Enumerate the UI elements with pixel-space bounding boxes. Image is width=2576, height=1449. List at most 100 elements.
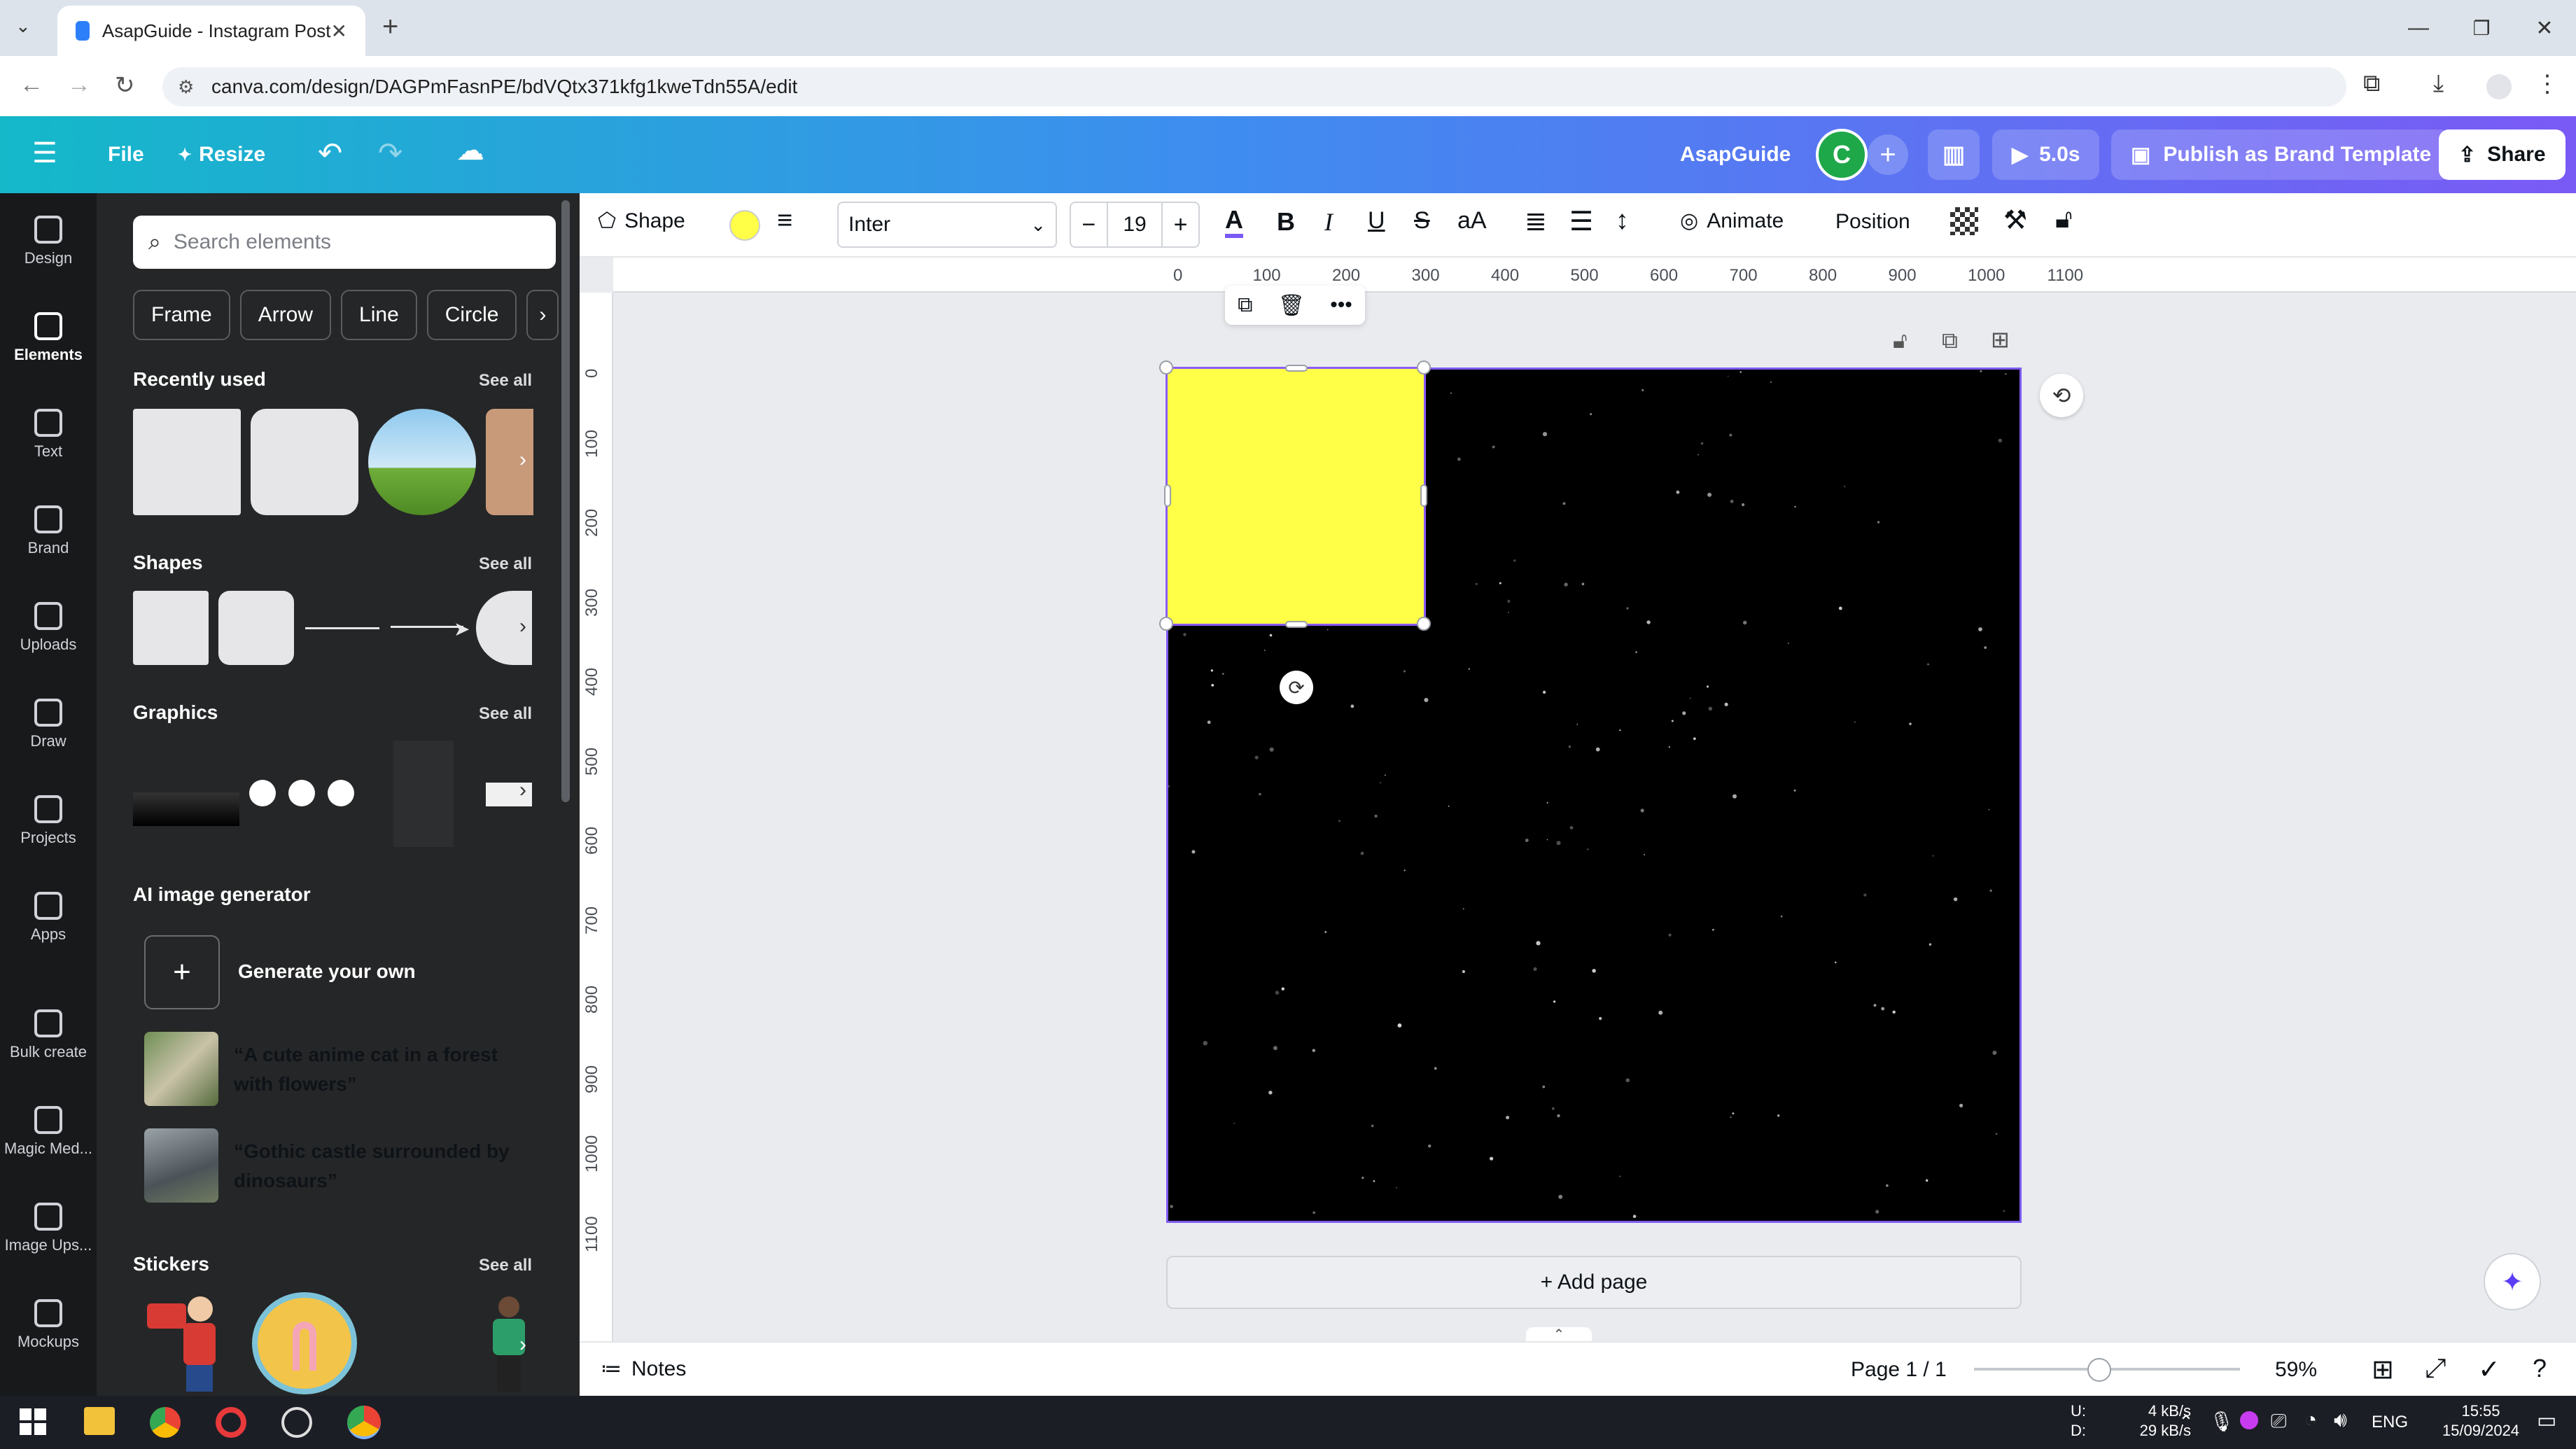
resize-handle-br[interactable] bbox=[1417, 617, 1431, 631]
tray-monitor-icon[interactable]: ⎚ bbox=[2271, 1410, 2286, 1433]
insights-button[interactable]: ▥ bbox=[1928, 130, 1980, 180]
text-color-icon[interactable]: A bbox=[1225, 206, 1243, 238]
shape-square[interactable] bbox=[133, 591, 209, 665]
volume-icon[interactable]: 🔊︎ bbox=[2334, 1408, 2347, 1432]
italic-icon[interactable]: I bbox=[1324, 207, 1333, 237]
file-explorer-icon[interactable] bbox=[84, 1407, 115, 1435]
restore-icon[interactable]: ❐ bbox=[2450, 17, 2513, 40]
menu-hamburger-icon[interactable]: ☰ bbox=[32, 137, 57, 169]
font-family-select[interactable]: Inter ⌄ bbox=[837, 202, 1057, 248]
shape-line[interactable] bbox=[305, 627, 379, 629]
font-size-value[interactable]: 19 bbox=[1106, 202, 1163, 248]
rail-item-draw[interactable]: Draw bbox=[0, 676, 97, 773]
recent-square-shape[interactable] bbox=[133, 409, 241, 515]
yellow-square-shape[interactable] bbox=[1166, 367, 1426, 626]
border-style-icon[interactable]: ≡ bbox=[777, 206, 792, 236]
team-name[interactable]: AsapGuide bbox=[1680, 143, 1791, 167]
delete-icon[interactable]: 🗑︎ bbox=[1278, 293, 1305, 318]
page-indicator[interactable]: Page 1 / 1 bbox=[1851, 1358, 1947, 1382]
recorder-icon[interactable] bbox=[216, 1407, 246, 1438]
shape-menu-button[interactable]: ⬠ Shape bbox=[598, 209, 685, 233]
notes-button[interactable]: ≔ Notes bbox=[601, 1357, 686, 1381]
browser-tab[interactable]: AsapGuide - Instagram Post ✕ bbox=[57, 6, 365, 56]
tray-app-icon[interactable] bbox=[2240, 1411, 2258, 1429]
recent-landscape-circle[interactable] bbox=[368, 409, 476, 515]
resize-handle-top[interactable] bbox=[1285, 365, 1308, 372]
zoom-level[interactable]: 59% bbox=[2275, 1358, 2317, 1382]
tab-list-chevron-icon[interactable]: ⌄ bbox=[15, 15, 31, 37]
close-tab-icon[interactable]: ✕ bbox=[331, 20, 347, 43]
undo-icon[interactable]: ↶ bbox=[318, 136, 342, 170]
add-collaborator-button[interactable]: + bbox=[1868, 134, 1908, 175]
help-icon[interactable]: ? bbox=[2533, 1354, 2547, 1383]
site-info-icon[interactable]: ⚙ bbox=[178, 76, 194, 98]
rail-item-uploads[interactable]: Uploads bbox=[0, 580, 97, 676]
sticker-prevention-badge[interactable] bbox=[252, 1292, 357, 1394]
clock[interactable]: 15:55 15/09/2024 bbox=[2440, 1401, 2521, 1441]
chip-line[interactable]: Line bbox=[341, 290, 417, 340]
clock-app-icon[interactable] bbox=[281, 1407, 312, 1438]
resize-handle-tr[interactable] bbox=[1417, 360, 1431, 374]
page-lock-icon[interactable]: 🔓︎ bbox=[1893, 328, 1907, 354]
rail-item-design[interactable]: Design bbox=[0, 193, 97, 290]
rail-item-magic-med[interactable]: Magic Med... bbox=[0, 1084, 97, 1180]
increase-font-size-button[interactable]: + bbox=[1163, 211, 1198, 239]
magic-assistant-icon[interactable]: ✦ bbox=[2484, 1253, 2541, 1310]
graphic-dark-texture[interactable] bbox=[393, 741, 454, 847]
ai-prompt-cat[interactable]: “A cute anime cat in a forest with flowe… bbox=[234, 1040, 514, 1099]
ai-castle-thumbnail[interactable] bbox=[144, 1128, 218, 1203]
resize-handle-bottom[interactable] bbox=[1285, 621, 1308, 628]
chip-frame[interactable]: Frame bbox=[133, 290, 230, 340]
rail-item-brand[interactable]: Brand bbox=[0, 483, 97, 580]
underline-icon[interactable]: U bbox=[1368, 207, 1385, 234]
more-options-icon[interactable]: ••• bbox=[1330, 293, 1352, 317]
add-page-top-icon[interactable]: ⊞ bbox=[1991, 326, 2010, 353]
graphics-next-icon[interactable]: › bbox=[519, 778, 526, 802]
duplicate-page-icon[interactable]: ⧉ bbox=[1942, 328, 1958, 354]
search-elements-input[interactable]: ⌕ Search elements bbox=[133, 216, 556, 269]
resize-handle-tl[interactable] bbox=[1159, 360, 1173, 374]
profile-icon[interactable] bbox=[2486, 74, 2512, 99]
chip-arrow[interactable]: Arrow bbox=[239, 290, 332, 340]
transparency-icon[interactable] bbox=[1950, 207, 1978, 235]
letter-case-button[interactable]: aA bbox=[1457, 207, 1487, 234]
rail-item-elements[interactable]: Elements bbox=[0, 290, 97, 386]
file-menu-button[interactable]: File bbox=[108, 143, 144, 167]
copy-style-icon[interactable]: ⚒ bbox=[2003, 204, 2027, 236]
check-icon[interactable]: ✓ bbox=[2478, 1354, 2500, 1385]
microphone-icon[interactable]: 🎙︎ bbox=[2209, 1410, 2234, 1433]
avatar[interactable]: C bbox=[1816, 129, 1868, 181]
recent-rounded-square-shape[interactable] bbox=[251, 409, 358, 515]
rail-item-apps[interactable]: Apps bbox=[0, 869, 97, 966]
rail-item-mockups[interactable]: Mockups bbox=[0, 1277, 97, 1373]
shapes-next-icon[interactable]: › bbox=[519, 615, 526, 638]
redo-icon[interactable]: ↷ bbox=[378, 136, 402, 170]
present-button[interactable]: ▶ 5.0s bbox=[1992, 130, 2100, 180]
generate-own-plus-icon[interactable]: + bbox=[144, 935, 220, 1009]
url-bar[interactable]: ⚙ canva.com/design/DAGPmFasnPE/bdVQtx371… bbox=[162, 67, 2346, 106]
close-window-icon[interactable]: ✕ bbox=[2513, 16, 2576, 41]
strikethrough-icon[interactable]: S bbox=[1414, 207, 1430, 234]
graphic-black-stroke[interactable] bbox=[133, 792, 239, 826]
resize-button[interactable]: ✦ Resize bbox=[178, 143, 265, 167]
line-spacing-icon[interactable]: ↕ bbox=[1616, 206, 1629, 236]
chip-circle[interactable]: Circle bbox=[426, 290, 517, 340]
zoom-slider-thumb[interactable] bbox=[2087, 1358, 2112, 1382]
chrome-active-icon[interactable] bbox=[347, 1406, 381, 1439]
ai-prompt-castle[interactable]: “Gothic castle surrounded by dinosaurs” bbox=[234, 1137, 514, 1196]
shape-arrow[interactable] bbox=[391, 626, 463, 628]
chips-next-icon[interactable]: › bbox=[526, 290, 559, 340]
sticker-megaphone-person[interactable] bbox=[147, 1296, 224, 1392]
resize-handle-right[interactable] bbox=[1420, 484, 1427, 507]
cloud-save-icon[interactable]: ☁ bbox=[456, 134, 484, 167]
publish-brand-template-button[interactable]: ▣ Publish as Brand Template bbox=[2111, 130, 2451, 180]
font-size-stepper[interactable]: − 19 + bbox=[1070, 202, 1200, 248]
add-page-button[interactable]: + Add page bbox=[1166, 1256, 2022, 1309]
rail-item-bulk-create[interactable]: Bulk create bbox=[0, 987, 97, 1084]
language-indicator[interactable]: ENG bbox=[2372, 1413, 2408, 1432]
reload-icon[interactable]: ↻ bbox=[115, 71, 135, 99]
grid-view-icon[interactable]: ⊞ bbox=[2372, 1354, 2394, 1385]
rail-item-text[interactable]: Text bbox=[0, 386, 97, 483]
comment-button-icon[interactable]: ⟲ bbox=[2040, 374, 2083, 417]
bullet-list-icon[interactable]: ☰ bbox=[1569, 206, 1593, 237]
